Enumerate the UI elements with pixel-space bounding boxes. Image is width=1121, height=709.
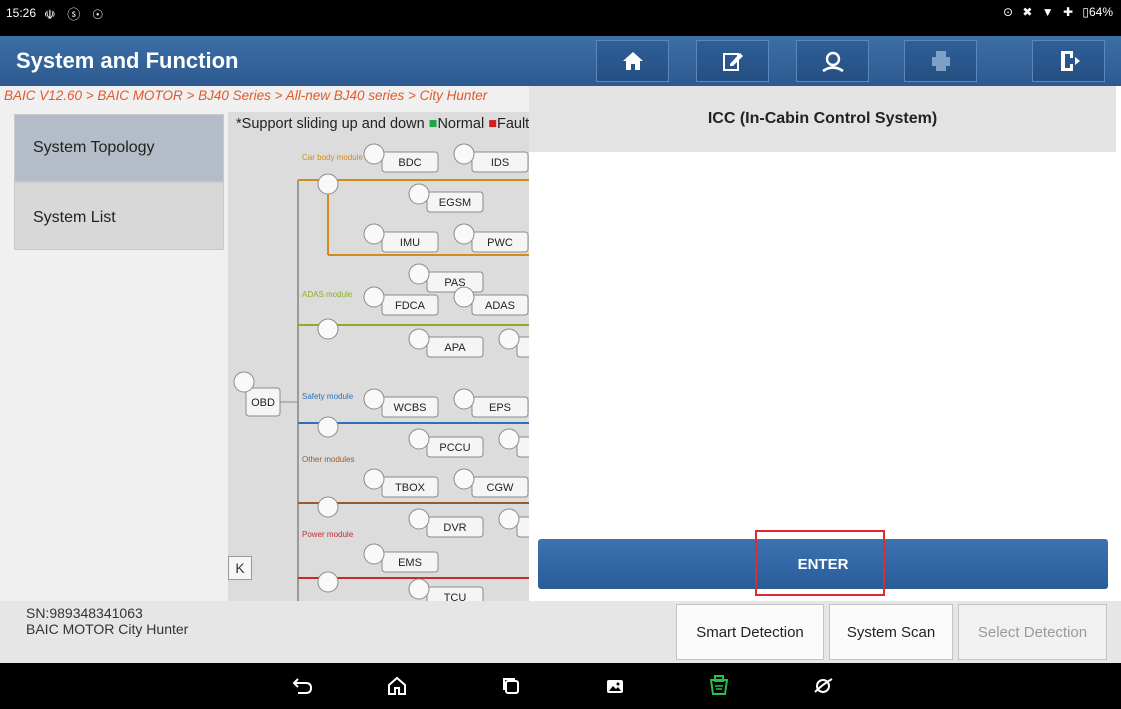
exit-button[interactable] bbox=[1032, 40, 1105, 82]
gallery-icon bbox=[607, 680, 623, 693]
browser-icon bbox=[814, 678, 833, 693]
module-connector bbox=[363, 543, 385, 565]
recents-icon bbox=[503, 678, 519, 694]
android-nav-bar bbox=[0, 663, 1121, 709]
footer-bar: SN:989348341063 BAIC MOTOR City Hunter S… bbox=[0, 601, 1121, 663]
module-label: IMU bbox=[400, 237, 420, 249]
back-icon bbox=[292, 678, 313, 694]
group-label: Power module bbox=[302, 530, 354, 539]
edit-report-icon bbox=[722, 53, 743, 71]
home-icon bbox=[622, 52, 643, 70]
collapse-sidebar-button[interactable]: K bbox=[228, 556, 252, 580]
module-label: ADAS bbox=[485, 300, 515, 312]
module-connector bbox=[363, 468, 385, 490]
sidebar-item-label: System Topology bbox=[33, 139, 155, 156]
group-label: Safety module bbox=[302, 392, 354, 401]
group-label: ADAS module bbox=[302, 290, 353, 299]
exit-icon bbox=[1060, 51, 1080, 71]
module-connector bbox=[498, 508, 520, 530]
bus-connector bbox=[317, 571, 339, 593]
module-label: PWC bbox=[487, 237, 513, 249]
topology-view[interactable]: *Support sliding up and down ■Normal ■Fa… bbox=[228, 112, 529, 601]
module-connector bbox=[453, 143, 475, 165]
module-label: APA bbox=[444, 342, 466, 354]
system-scan-button[interactable]: System Scan bbox=[829, 604, 953, 660]
vci-button[interactable] bbox=[704, 671, 734, 701]
module-label: TCU bbox=[444, 592, 467, 601]
sidebar-item-system-list[interactable]: System List bbox=[14, 182, 224, 250]
gallery-button[interactable] bbox=[600, 671, 630, 701]
vci-icon bbox=[709, 675, 729, 695]
module-connector bbox=[408, 578, 430, 600]
recents-button[interactable] bbox=[496, 671, 526, 701]
print-icon bbox=[931, 51, 950, 71]
module-label: BDC bbox=[398, 157, 421, 169]
gateway-connector bbox=[233, 371, 255, 393]
selected-system-title: ICC (In-Cabin Control System) bbox=[529, 86, 1116, 152]
module-label: TBOX bbox=[395, 482, 426, 494]
status-right-icons: ⊙ ✖ ▼ ✚ ▯64% bbox=[1003, 5, 1113, 19]
gateway-label: OBD bbox=[251, 397, 275, 409]
topology-diagram: OBDCar body module BDC IDSEGSMIMU PWCPASADA… bbox=[233, 143, 529, 601]
smart-detection-button[interactable]: Smart Detection bbox=[676, 604, 824, 660]
enter-button[interactable]: ENTER bbox=[538, 539, 1108, 589]
module-label: PCCU bbox=[439, 442, 470, 454]
home-button[interactable] bbox=[596, 40, 669, 82]
bus-connector bbox=[317, 173, 339, 195]
back-button[interactable] bbox=[288, 671, 318, 701]
support-button[interactable] bbox=[796, 40, 869, 82]
print-button[interactable] bbox=[904, 40, 977, 82]
group-label: Other modules bbox=[302, 455, 354, 464]
home-icon bbox=[388, 676, 406, 695]
battery-icon: ▯ bbox=[1082, 5, 1089, 19]
browser-button[interactable] bbox=[808, 671, 838, 701]
module-connector bbox=[363, 388, 385, 410]
report-button[interactable] bbox=[696, 40, 769, 82]
bus-connector bbox=[317, 318, 339, 340]
sidebar-item-label: System List bbox=[33, 209, 116, 226]
status-time: 15:26 bbox=[6, 6, 37, 20]
module-label: FDCA bbox=[395, 300, 426, 312]
group-label: Car body module bbox=[302, 153, 363, 162]
module-label: CGW bbox=[487, 482, 515, 494]
select-detection-button[interactable]: Select Detection bbox=[958, 604, 1107, 660]
module-connector bbox=[453, 223, 475, 245]
module-connector bbox=[363, 223, 385, 245]
module-connector bbox=[408, 183, 430, 205]
sidebar-item-system-topology[interactable]: System Topology bbox=[14, 114, 224, 182]
module-label: WCBS bbox=[394, 402, 427, 414]
system-detail-panel: ICC (In-Cabin Control System) ENTER bbox=[529, 86, 1121, 601]
module-connector bbox=[408, 508, 430, 530]
module-connector bbox=[453, 388, 475, 410]
status-left-icons: ☫ ⓢ ☉ bbox=[44, 7, 108, 22]
module-connector bbox=[363, 286, 385, 308]
module-connector bbox=[498, 428, 520, 450]
bus-connector bbox=[317, 416, 339, 438]
page-title: System and Function bbox=[16, 48, 239, 73]
module-label: EMS bbox=[398, 557, 422, 569]
status-bar: 15:26 ☫ ⓢ ☉ ⊙ ✖ ▼ ✚ ▯64% bbox=[0, 0, 1121, 36]
serial-number: SN:989348341063 bbox=[26, 605, 143, 621]
module-connector bbox=[363, 143, 385, 165]
content-area: BAIC V12.60 > BAIC MOTOR > BJ40 Series >… bbox=[0, 86, 1121, 601]
module-connector bbox=[498, 328, 520, 350]
module-connector bbox=[453, 468, 475, 490]
module-label: DVR bbox=[443, 522, 466, 534]
battery-level: 64% bbox=[1088, 5, 1113, 19]
support-icon bbox=[821, 51, 844, 73]
module-connector bbox=[453, 286, 475, 308]
module-label: EGSM bbox=[439, 197, 471, 209]
vehicle-name: BAIC MOTOR City Hunter bbox=[26, 621, 189, 637]
home-nav-button[interactable] bbox=[382, 671, 412, 701]
status-right-glyphs: ⊙ ✖ ▼ ✚ bbox=[1002, 5, 1077, 19]
vehicle-info: SN:989348341063 BAIC MOTOR City Hunter bbox=[26, 605, 188, 637]
module-label: IDS bbox=[491, 157, 509, 169]
breadcrumb: BAIC V12.60 > BAIC MOTOR > BJ40 Series >… bbox=[4, 88, 488, 103]
module-label: EPS bbox=[489, 402, 511, 414]
module-connector bbox=[408, 263, 430, 285]
bus-connector bbox=[317, 496, 339, 518]
module-connector bbox=[408, 428, 430, 450]
app-header: System and Function bbox=[0, 36, 1121, 86]
module-connector bbox=[408, 328, 430, 350]
